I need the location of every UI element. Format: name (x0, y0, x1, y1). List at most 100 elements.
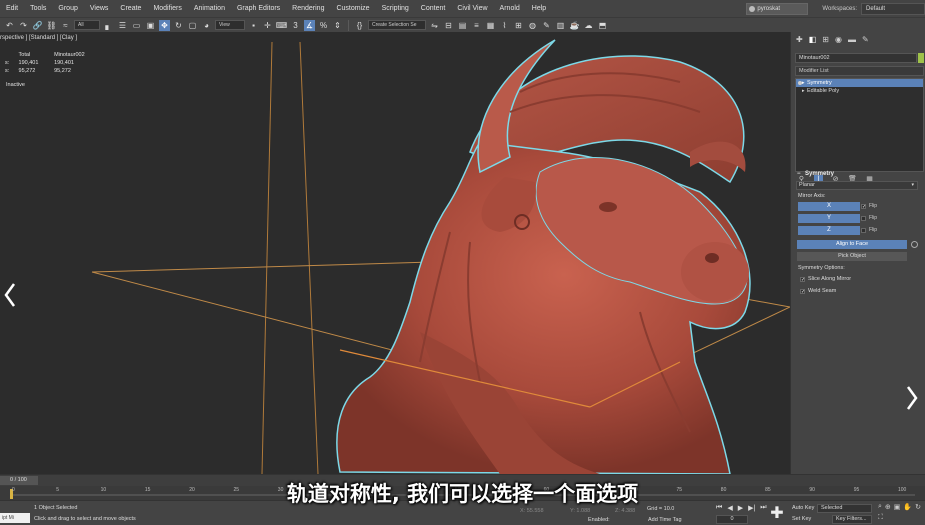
pick-object-button[interactable]: Pick Object (797, 252, 907, 261)
material-editor-icon[interactable]: ◍ (527, 20, 538, 31)
pivot-center-icon[interactable]: ▪ (248, 20, 259, 31)
user-account[interactable]: pyroskat (746, 2, 809, 15)
coord-x[interactable]: X: 55.558 (520, 508, 544, 514)
display-tab-icon[interactable]: ▬ (848, 35, 856, 44)
axis-x-button[interactable]: X (798, 202, 860, 211)
menu-graph-editors[interactable]: Graph Editors (231, 5, 286, 12)
menu-arnold[interactable]: Arnold (494, 5, 526, 12)
ref-coord-dropdown[interactable]: View (215, 20, 245, 30)
create-tab-icon[interactable]: ✚ (796, 35, 803, 44)
modifier-list-dropdown[interactable]: Modifier List (795, 66, 924, 76)
key-filters-button[interactable]: Key Filters... (832, 515, 872, 524)
mirror-icon[interactable]: ⇋ (429, 20, 440, 31)
stack-item-label: Editable Poly (807, 88, 840, 94)
maxscript-listener[interactable]: ipt Mi (0, 513, 30, 523)
coord-y[interactable]: Y: 1.088 (570, 508, 590, 514)
expand-icon[interactable]: ▸ (802, 87, 805, 95)
snaps-toggle-icon[interactable]: 3 (290, 20, 301, 31)
menu-edit[interactable]: Edit (0, 5, 24, 12)
rect-selection-icon[interactable]: ▭ (131, 20, 142, 31)
ribbon-icon[interactable]: ▦ (485, 20, 496, 31)
align-to-face-button[interactable]: Align to Face (797, 240, 907, 249)
axis-z-button[interactable]: Z (798, 226, 860, 235)
unlink-icon[interactable]: ⛓ (46, 20, 57, 31)
curve-editor-icon[interactable]: ⌇ (499, 20, 510, 31)
command-panel-tabs: ✚ ◧ ⊞ ◉ ▬ ✎ (791, 32, 925, 46)
menu-content[interactable]: Content (415, 5, 452, 12)
align-icon[interactable]: ⊟ (443, 20, 454, 31)
edit-named-sets-icon[interactable]: {} (354, 20, 365, 31)
axis-y-button[interactable]: Y (798, 214, 860, 223)
undo-icon[interactable]: ↶ (4, 20, 15, 31)
perspective-viewport[interactable]: rspective ] [Standard ] [Clay ] Total Mi… (0, 32, 790, 474)
menu-views[interactable]: Views (84, 5, 115, 12)
stack-item-symmetry[interactable]: ▸ Symmetry (796, 79, 923, 87)
slice-along-mirror-checkbox[interactable]: ✓ Slice Along Mirror (800, 275, 851, 284)
checkbox-checked-icon: ✓ (800, 289, 806, 295)
menu-animation[interactable]: Animation (188, 5, 231, 12)
flip-y-checkbox[interactable]: Flip (861, 214, 877, 223)
menu-tools[interactable]: Tools (24, 5, 52, 12)
align-option-icon[interactable] (911, 241, 918, 248)
menu-scripting[interactable]: Scripting (376, 5, 415, 12)
video-subtitle: 轨道对称性, 我们可以选择一个面选项 (286, 482, 639, 506)
flip-x-checkbox[interactable]: ✓ Flip (861, 202, 877, 211)
redo-icon[interactable]: ↷ (18, 20, 29, 31)
select-move-icon[interactable]: ✥ (159, 19, 170, 31)
window-crossing-icon[interactable]: ▣ (145, 20, 156, 31)
spinner-snap-icon[interactable]: ⇕ (332, 20, 343, 31)
flip-z-checkbox[interactable]: Flip (861, 226, 877, 235)
object-color-swatch[interactable] (918, 53, 924, 63)
minotaur-model[interactable] (336, 39, 751, 474)
select-rotate-icon[interactable]: ↻ (173, 20, 184, 31)
menu-customize[interactable]: Customize (330, 5, 375, 12)
bind-spacewarp-icon[interactable]: ≈ (60, 20, 71, 31)
toggle-layer-explorer-icon[interactable]: ≡ (471, 20, 482, 31)
select-object-icon[interactable]: ▖ (103, 20, 114, 31)
modify-tab-icon[interactable]: ◧ (809, 35, 817, 44)
maximize-viewport-icon[interactable]: ⛶ (878, 514, 883, 522)
render-iterative-icon[interactable]: ☁ (583, 20, 594, 31)
viewport-label[interactable]: rspective ] [Standard ] [Clay ] (0, 35, 77, 41)
expand-icon[interactable]: ▸ (802, 79, 805, 87)
motion-tab-icon[interactable]: ◉ (835, 35, 842, 44)
menu-help[interactable]: Help (526, 5, 552, 12)
toggle-scene-explorer-icon[interactable]: ▤ (457, 20, 468, 31)
selection-filter-dropdown[interactable]: All (74, 20, 100, 30)
chevron-down-icon: ▾ (911, 182, 914, 188)
rollout-header[interactable]: − Symmetry (795, 169, 834, 179)
previous-arrow-icon[interactable] (3, 282, 17, 308)
percent-snap-icon[interactable]: % (318, 20, 329, 31)
render-production-icon[interactable]: ☕ (569, 20, 580, 31)
render-cloud-icon[interactable]: ⬒ (597, 20, 608, 31)
menu-group[interactable]: Group (52, 5, 83, 12)
menu-create[interactable]: Create (114, 5, 147, 12)
add-time-tag-button[interactable]: Add Time Tag (648, 517, 682, 523)
weld-seam-checkbox[interactable]: ✓ Weld Seam (800, 287, 836, 296)
rendered-frame-icon[interactable]: ▥ (555, 20, 566, 31)
coord-z[interactable]: Z: 4.388 (615, 508, 635, 514)
selection-set-dropdown[interactable]: Create Selection Se (368, 20, 426, 30)
next-arrow-icon[interactable] (905, 385, 919, 411)
select-scale-icon[interactable]: ▢ (187, 20, 198, 31)
schematic-view-icon[interactable]: ⊞ (513, 20, 524, 31)
set-key-button[interactable]: Set Key (792, 516, 811, 522)
workspace-select[interactable]: Default (861, 2, 925, 15)
manipulate-icon[interactable]: ✛ (262, 20, 273, 31)
placement-icon[interactable]: ◕ (201, 20, 212, 31)
stack-item-editable-poly[interactable]: ▸ Editable Poly (796, 87, 923, 95)
menu-modifiers[interactable]: Modifiers (147, 5, 187, 12)
render-setup-icon[interactable]: ✎ (541, 20, 552, 31)
angle-snap-icon[interactable]: ∡ (304, 19, 315, 31)
keyboard-shortcut-icon[interactable]: ⌨ (276, 20, 288, 31)
select-by-name-icon[interactable]: ☰ (117, 20, 128, 31)
utilities-tab-icon[interactable]: ✎ (862, 35, 869, 44)
menu-civil-view[interactable]: Civil View (451, 5, 493, 12)
link-icon[interactable]: 🔗 (32, 20, 43, 31)
hierarchy-tab-icon[interactable]: ⊞ (822, 35, 829, 44)
menu-rendering[interactable]: Rendering (286, 5, 330, 12)
symmetry-type-dropdown[interactable]: Planar ▾ (796, 181, 918, 190)
stats-header-object: Minotaur002 (54, 52, 85, 58)
current-frame-field[interactable]: 0 (716, 515, 748, 524)
object-name-field[interactable]: Minotaur002 (795, 53, 917, 63)
